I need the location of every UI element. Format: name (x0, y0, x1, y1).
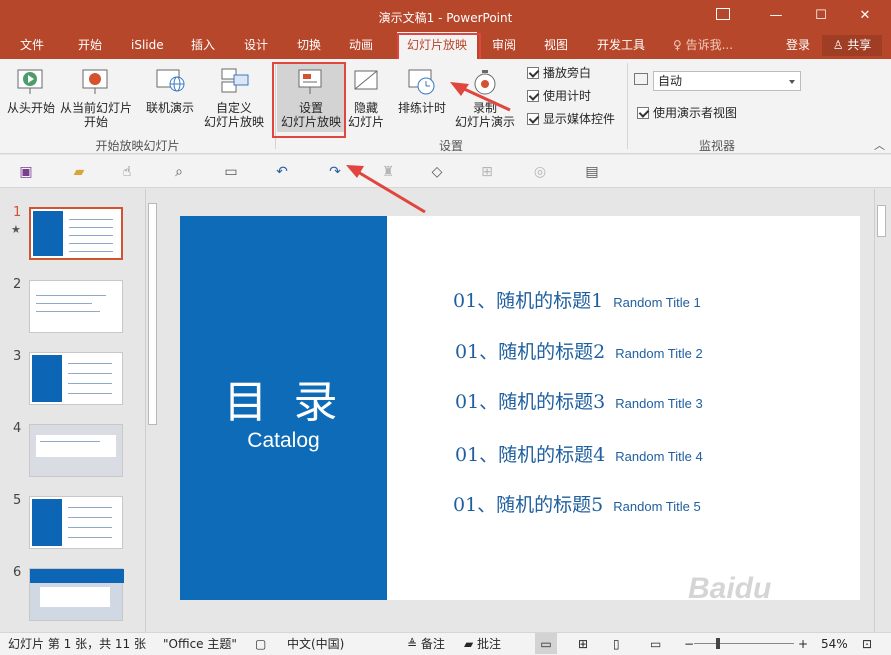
annotation-arrows (346, 82, 511, 214)
baidu-watermark-logo: Baidu (688, 572, 772, 605)
slide-sorter-icon[interactable]: ⊞ (578, 633, 588, 655)
zoom-in-button[interactable]: + (798, 633, 808, 655)
comments-button[interactable]: ▰ 批注 (464, 633, 501, 655)
zoom-level[interactable]: 54% (821, 633, 848, 655)
comment-icon: ▰ (464, 637, 478, 651)
reading-view-icon[interactable]: ▯ (613, 633, 620, 655)
status-bar: 幻灯片 第 1 张，共 11 张 "Office 主题" ▢ 中文(中国) ≜ … (0, 632, 891, 655)
notes-icon: ≜ (407, 637, 421, 651)
notes-button[interactable]: ≜ 备注 (407, 633, 445, 655)
spellcheck-icon[interactable]: ▢ (255, 633, 266, 655)
language-status[interactable]: 中文(中国) (287, 633, 344, 655)
normal-view-icon[interactable]: ▭ (535, 633, 557, 654)
theme-status: "Office 主题" (163, 637, 237, 651)
zoom-slider[interactable] (694, 643, 794, 644)
zoom-slider-handle[interactable] (716, 638, 720, 649)
zoom-out-button[interactable]: − (684, 633, 694, 655)
slideshow-view-icon[interactable]: ▭ (650, 633, 661, 655)
arrow-head-icon (346, 165, 364, 178)
slide-count-status[interactable]: 幻灯片 第 1 张，共 11 张 (8, 633, 146, 655)
fit-to-window-icon[interactable]: ⊡ (862, 633, 872, 655)
